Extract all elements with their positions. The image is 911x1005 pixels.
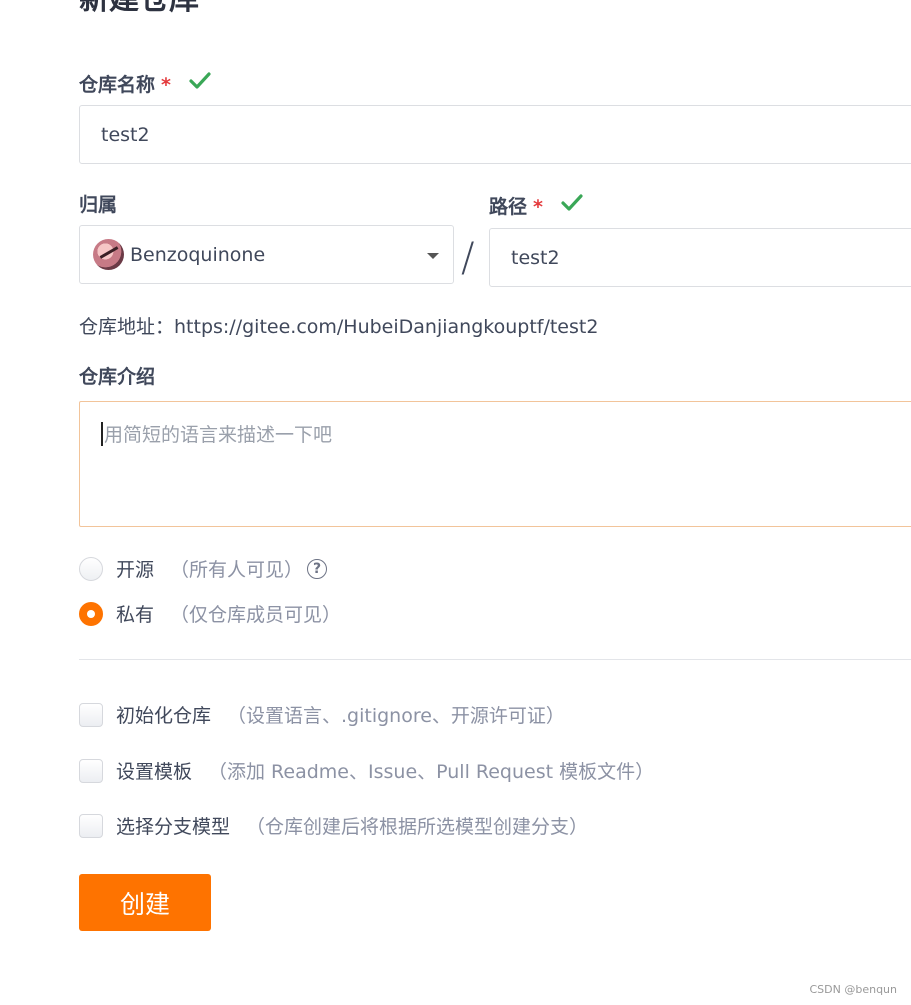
branch-model-label: 选择分支模型 xyxy=(116,816,231,838)
init-repo-hint: （设置语言、.gitignore、开源许可证） xyxy=(227,705,565,727)
description-placeholder: 用简短的语言来描述一下吧 xyxy=(104,424,333,446)
create-button[interactable]: 创建 xyxy=(79,874,211,931)
visibility-option-public[interactable]: 开源 （所有人可见） ? xyxy=(79,555,328,582)
option-branch-model[interactable]: 选择分支模型 （仓库创建后将根据所选模型创建分支） xyxy=(79,812,588,839)
template-label: 设置模板 xyxy=(116,761,193,783)
repo-name-input[interactable]: test2 xyxy=(79,105,911,164)
private-label: 私有 xyxy=(116,604,155,626)
path-input[interactable]: test2 xyxy=(489,228,911,287)
repo-name-value: test2 xyxy=(101,123,150,146)
required-mark: * xyxy=(533,196,543,218)
branch-model-hint: （仓库创建后将根据所选模型创建分支） xyxy=(246,816,589,838)
path-value: test2 xyxy=(511,246,560,269)
description-textarea[interactable]: 用简短的语言来描述一下吧 xyxy=(79,401,911,527)
check-icon xyxy=(561,193,583,218)
public-label: 开源 xyxy=(116,559,155,581)
path-label-text: 路径 xyxy=(489,196,528,218)
page-title: 新建仓库 xyxy=(79,0,199,16)
path-separator: / xyxy=(461,235,475,281)
public-hint: （所有人可见） xyxy=(170,559,304,581)
repo-name-label: 仓库名称 * xyxy=(79,71,211,97)
question-circle-icon[interactable]: ? xyxy=(307,558,328,579)
repo-name-label-text: 仓库名称 xyxy=(79,74,156,96)
owner-select[interactable]: Benzoquinone xyxy=(79,225,454,284)
radio-public[interactable] xyxy=(79,556,103,581)
radio-private[interactable] xyxy=(79,601,103,626)
init-repo-label: 初始化仓库 xyxy=(116,705,212,727)
owner-value: Benzoquinone xyxy=(130,243,266,266)
checkbox-template[interactable] xyxy=(79,758,103,783)
watermark: CSDN @benqun xyxy=(809,983,897,996)
avatar xyxy=(93,239,124,270)
checkbox-init-repo[interactable] xyxy=(79,702,103,727)
checkbox-branch-model[interactable] xyxy=(79,813,103,838)
repo-address: 仓库地址：https://gitee.com/HubeiDanjiangkoup… xyxy=(79,316,599,338)
template-hint: （添加 Readme、Issue、Pull Request 模板文件） xyxy=(208,761,655,783)
visibility-option-private[interactable]: 私有 （仅仓库成员可见） xyxy=(79,600,341,627)
text-cursor xyxy=(101,422,103,446)
owner-label: 归属 xyxy=(79,194,118,216)
option-template[interactable]: 设置模板 （添加 Readme、Issue、Pull Request 模板文件） xyxy=(79,757,654,784)
check-icon xyxy=(189,71,211,96)
divider xyxy=(79,659,911,660)
private-hint: （仅仓库成员可见） xyxy=(170,604,342,626)
path-label: 路径 * xyxy=(489,193,583,219)
option-init-repo[interactable]: 初始化仓库 （设置语言、.gitignore、开源许可证） xyxy=(79,701,565,728)
caret-down-icon[interactable] xyxy=(427,253,439,259)
required-mark: * xyxy=(161,74,171,96)
description-label: 仓库介绍 xyxy=(79,366,156,388)
